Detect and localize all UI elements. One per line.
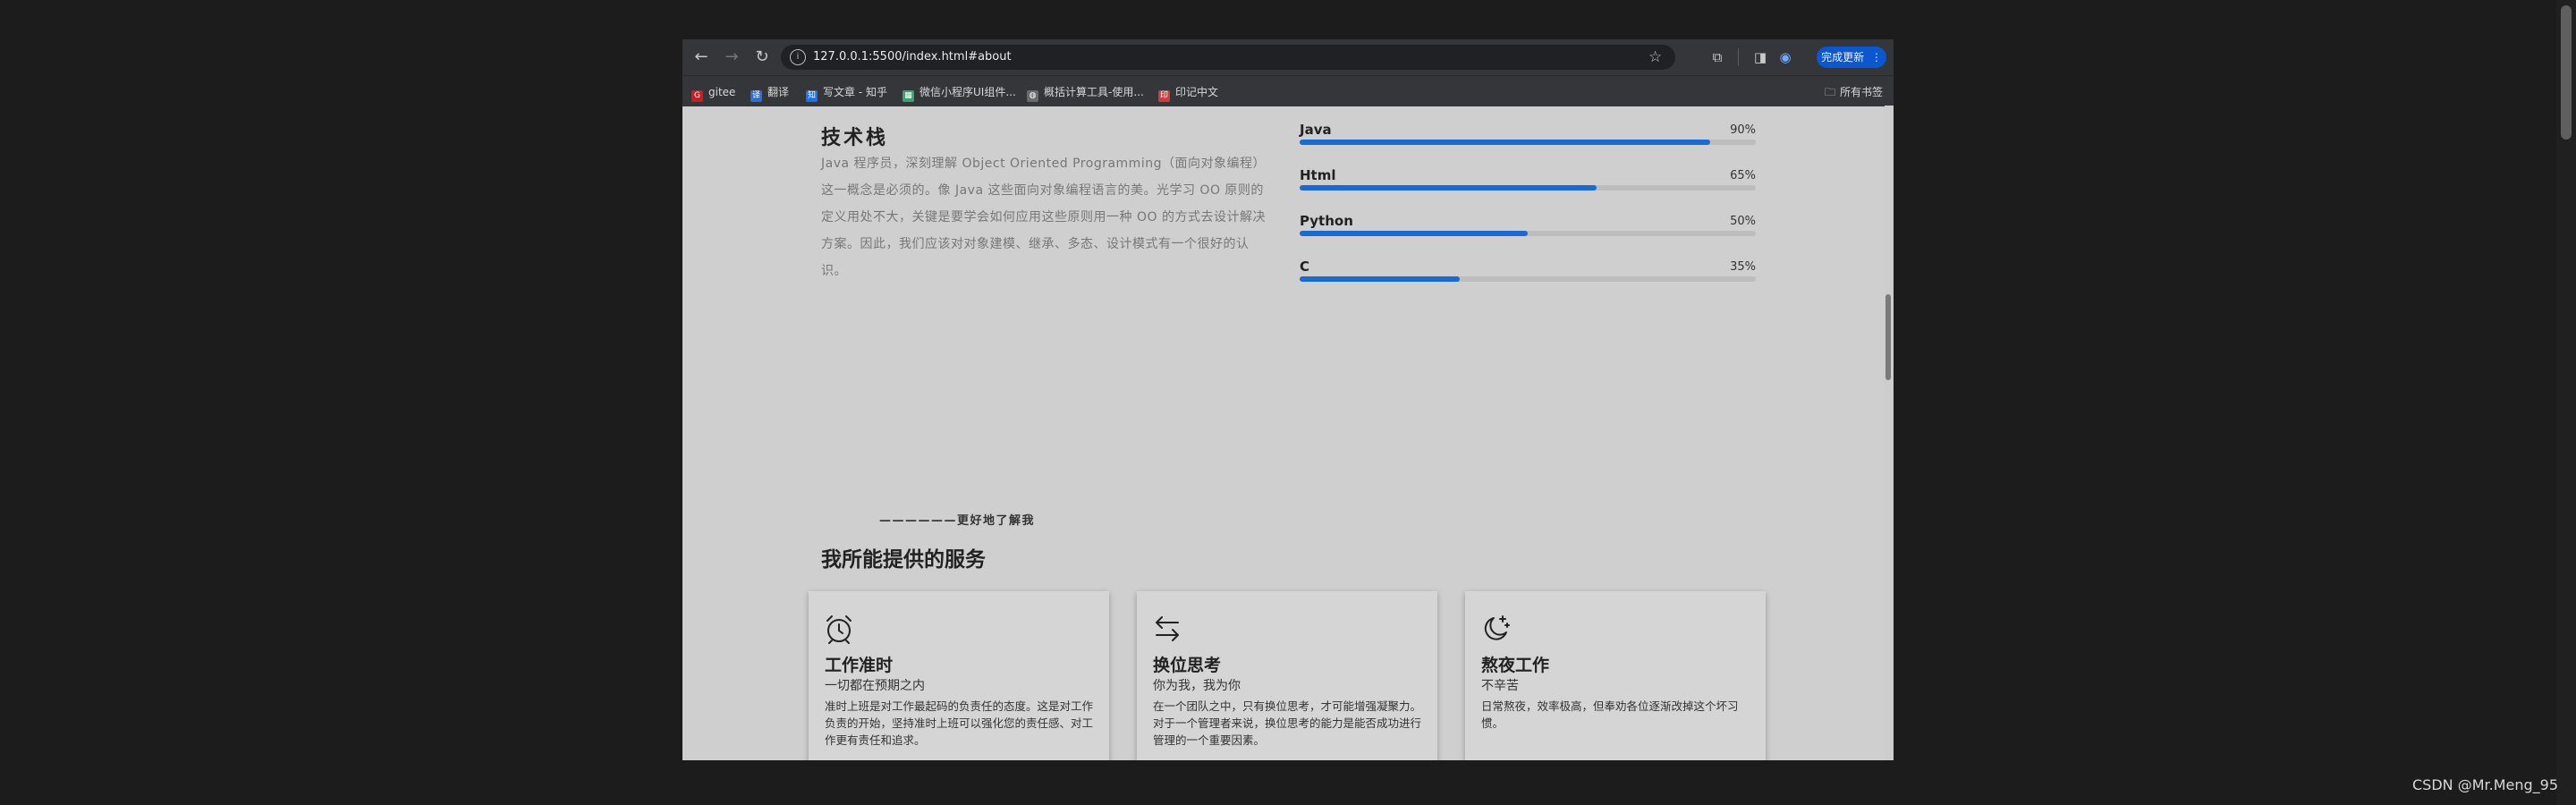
page-scrollbar-thumb[interactable] — [2561, 5, 2572, 140]
skill-percent: 65% — [1730, 169, 1756, 182]
skill-c: C 35% — [1300, 258, 1756, 294]
card-subtitle: 一切都在预期之内 — [825, 679, 925, 693]
bookmark-wechat-ui[interactable]: ▦ 微信小程序UI组件... — [902, 84, 1016, 102]
bookmark-label: 印记中文 — [1175, 86, 1219, 98]
skill-progress-bar — [1300, 231, 1528, 236]
grid-icon: ▦ — [902, 90, 914, 102]
back-icon[interactable]: ← — [691, 47, 711, 67]
skill-progress-bar — [1300, 140, 1710, 145]
bookmark-yinji[interactable]: 印印记中文 — [1158, 84, 1219, 102]
site-info-icon[interactable]: i — [790, 49, 806, 65]
content-scrollbar[interactable] — [1885, 106, 1894, 760]
bookmark-calc-tool[interactable]: ◍ 概括计算工具-使用... — [1027, 84, 1144, 102]
bookmark-star-icon[interactable]: ☆ — [1648, 48, 1662, 66]
card-description: 在一个团队之中，只有换位思考，才可能增强凝聚力。对于一个管理者来说，换位思考的能… — [1153, 699, 1422, 747]
card-subtitle: 你为我，我为你 — [1153, 679, 1241, 693]
browser-window: ← → ↻ i 127.0.0.1:5500/index.html#about … — [682, 39, 1894, 760]
watermark: CSDN @Mr.Meng_95 — [2411, 776, 2558, 793]
service-card-punctual: 工作准时 一切都在预期之内 准时上班是对工作最起码的负责任的态度。这是对工作负责… — [809, 591, 1109, 760]
swap-arrows-icon — [1156, 616, 1179, 641]
gitee-icon: G — [691, 90, 703, 102]
card-title: 熬夜工作 — [1481, 656, 1550, 675]
browser-toolbar: ← → ↻ i 127.0.0.1:5500/index.html#about … — [682, 39, 1894, 75]
forward-icon[interactable]: → — [722, 47, 741, 67]
moon-stars-icon — [1484, 615, 1510, 640]
skill-progress-bar — [1300, 185, 1597, 191]
section-eyebrow: ——————更好地了解我 — [879, 514, 1036, 528]
reload-icon[interactable]: ↻ — [752, 47, 772, 67]
bookmark-translate[interactable]: 译翻译 — [750, 84, 790, 102]
services-title: 我所能提供的服务 — [821, 548, 986, 572]
skill-progress-bar — [1300, 276, 1460, 282]
content-scrollbar-thumb[interactable] — [1885, 294, 1891, 380]
card-subtitle: 不辛苦 — [1481, 679, 1519, 693]
tech-stack-title: 技术栈 — [821, 127, 889, 149]
all-bookmarks-label: 所有书签 — [1839, 86, 1883, 98]
skill-java: Java 90% — [1300, 122, 1756, 157]
tech-stack-description: Java 程序员，深刻理解 Object Oriented Programmin… — [821, 157, 1266, 278]
card-title: 换位思考 — [1153, 656, 1222, 675]
skill-name: Python — [1300, 213, 1353, 229]
profile-icon[interactable]: ◉ — [1777, 49, 1793, 65]
bookmark-label: gitee — [708, 86, 736, 98]
update-label: 完成更新 — [1821, 51, 1865, 64]
bookmark-label: 写文章 - 知乎 — [823, 86, 887, 98]
card-description: 准时上班是对工作最起码的负责任的态度。这是对工作负责的开始，坚持准时上班可以强化… — [825, 699, 1094, 747]
address-bar[interactable]: i 127.0.0.1:5500/index.html#about ☆ — [781, 45, 1675, 70]
bookmark-label: 概括计算工具-使用... — [1044, 86, 1144, 98]
skill-percent: 35% — [1730, 260, 1756, 274]
bookmark-label: 翻译 — [767, 86, 790, 98]
bookmarks-bar: Ggitee 译翻译 知写文章 - 知乎 ▦ 微信小程序UI组件... ◍ 概括计算… — [682, 75, 1894, 106]
skill-percent: 90% — [1730, 123, 1756, 137]
all-bookmarks[interactable]: 🗀 所有书签 — [1825, 84, 1883, 100]
yinji-icon: 印 — [1158, 90, 1170, 102]
extensions-icon[interactable]: ⧉ — [1709, 49, 1725, 65]
bookmark-label: 微信小程序UI组件... — [919, 86, 1016, 98]
skill-html: Html 65% — [1300, 167, 1756, 203]
bookmark-zhihu[interactable]: 知写文章 - 知乎 — [806, 84, 887, 102]
service-card-night-work: 熬夜工作 不辛苦 日常熬夜，效率极高，但奉劝各位逐渐改掉这个坏习惯。 — [1465, 591, 1766, 760]
folder-icon: 🗀 — [1824, 86, 1835, 98]
skill-percent: 50% — [1730, 215, 1756, 228]
skill-name: C — [1300, 258, 1310, 275]
translate-icon: 译 — [750, 90, 762, 102]
card-title: 工作准时 — [825, 656, 894, 675]
page-content: 技术栈 Java 程序员，深刻理解 Object Oriented Progra… — [682, 106, 1885, 760]
globe-icon: ◍ — [1027, 90, 1038, 102]
skill-python: Python 50% — [1300, 213, 1756, 249]
skill-name: Java — [1300, 122, 1332, 138]
more-menu-icon: ⋮ — [1870, 51, 1882, 64]
url-text[interactable]: 127.0.0.1:5500/index.html#about — [813, 49, 1012, 65]
service-card-empathy: 换位思考 你为我，我为你 在一个团队之中，只有换位思考，才可能增强凝聚力。对于一… — [1137, 591, 1437, 760]
toolbar-divider — [1738, 48, 1739, 66]
skill-name: Html — [1300, 167, 1336, 183]
alarm-clock-icon — [826, 615, 852, 644]
update-button[interactable]: 完成更新 ⋮ — [1817, 47, 1886, 68]
card-description: 日常熬夜，效率极高，但奉劝各位逐渐改掉这个坏习惯。 — [1481, 699, 1739, 730]
zhihu-icon: 知 — [806, 90, 818, 102]
side-panel-icon[interactable]: ◨ — [1752, 49, 1768, 65]
bookmark-gitee[interactable]: Ggitee — [691, 84, 736, 102]
